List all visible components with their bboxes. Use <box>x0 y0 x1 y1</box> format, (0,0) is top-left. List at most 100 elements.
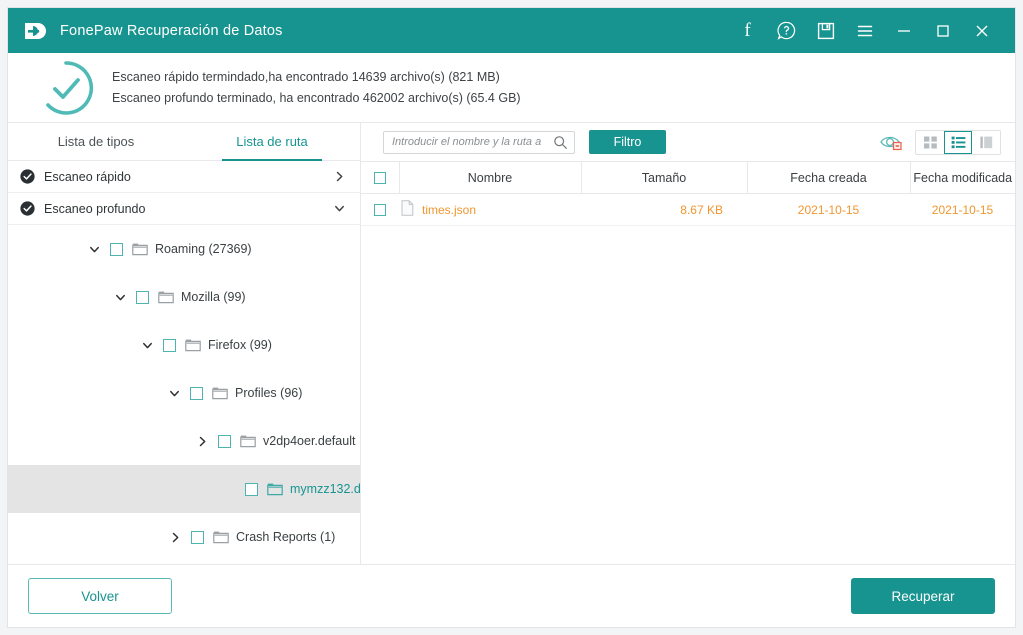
tab-lista-de-ruta[interactable]: Lista de ruta <box>184 123 360 160</box>
select-all-checkbox[interactable] <box>373 172 386 185</box>
facebook-icon[interactable]: f <box>728 14 767 48</box>
tree-node-v2dp4oer-default[interactable]: v2dp4oer.default <box>8 417 360 465</box>
tree-node-checkbox[interactable] <box>136 290 149 304</box>
tree-node-pending-pings[interactable]: Pending Pings (0) <box>8 561 360 564</box>
folder-icon <box>213 530 229 544</box>
tree-node-checkbox[interactable] <box>190 386 203 400</box>
tab-label: Lista de ruta <box>236 134 308 149</box>
folder-icon <box>240 434 256 448</box>
filter-button[interactable]: Filtro <box>589 130 666 154</box>
right-panel: Filtro <box>361 123 1015 564</box>
titlebar-actions: f <box>728 14 1001 48</box>
scan-row-label: Escaneo rápido <box>44 169 131 184</box>
tree-node-label: v2dp4oer.default <box>263 434 356 448</box>
select-all-header[interactable] <box>361 161 400 194</box>
search-input[interactable] <box>384 131 574 153</box>
tree-node-label: Mozilla (99) <box>181 290 246 304</box>
view-mode-group <box>915 129 1001 155</box>
tab-label: Lista de tipos <box>57 134 135 149</box>
title-bar: FonePaw Recuperación de Datos f <box>8 8 1015 53</box>
app-root: FonePaw Recuperación de Datos f Escaneo … <box>0 0 1023 635</box>
cell-fecha-creada: 2021-10-15 <box>747 193 910 226</box>
column-header-fecha-creada[interactable]: Fecha creada <box>747 161 911 194</box>
file-name: times.json <box>422 202 477 217</box>
tree-node-label: Firefox (99) <box>208 338 272 352</box>
save-icon[interactable] <box>806 14 845 48</box>
chevron-down-icon[interactable] <box>85 243 103 256</box>
tree-node-label: Profiles (96) <box>235 386 303 400</box>
column-view-icon[interactable] <box>972 131 1000 154</box>
scan-row-quick[interactable]: Escaneo rápido <box>8 161 360 193</box>
quick-scan-status: Escaneo rápido termindado,ha encontrado … <box>112 70 500 84</box>
check-filled-icon <box>20 201 35 216</box>
grid-view-icon[interactable] <box>916 131 944 154</box>
row-checkbox[interactable] <box>374 204 386 217</box>
main-body: Lista de tipos Lista de ruta Escaneo ráp… <box>8 123 1015 564</box>
recover-button[interactable]: Recuperar <box>851 578 995 614</box>
tree-node-crash-reports[interactable]: Crash Reports (1) <box>8 513 360 561</box>
column-header-nombre[interactable]: Nombre <box>399 161 582 194</box>
fonepaw-logo-icon <box>22 18 48 44</box>
file-table: Nombre Tamaño Fecha creada Fecha modific… <box>361 161 1015 226</box>
footer-bar: Volver Recuperar <box>8 564 1015 627</box>
scan-row-deep[interactable]: Escaneo profundo <box>8 193 360 225</box>
app-title: FonePaw Recuperación de Datos <box>60 22 283 39</box>
tree-node-checkbox[interactable] <box>110 242 123 256</box>
app-window: FonePaw Recuperación de Datos f Escaneo … <box>8 8 1015 627</box>
tree-node-label: Roaming (27369) <box>155 242 252 256</box>
check-filled-icon <box>20 169 35 184</box>
tree-node-mymzz132-default[interactable]: mymzz132.defau <box>8 465 360 513</box>
check-circle-icon <box>36 58 98 118</box>
search-icon[interactable] <box>553 135 568 155</box>
close-icon[interactable] <box>962 14 1001 48</box>
tree-node-profiles[interactable]: Profiles (96) <box>8 369 360 417</box>
cell-nombre: times.json <box>399 193 581 226</box>
tree-node-checkbox[interactable] <box>245 482 258 496</box>
cell-fecha-modificada: 2021-10-15 <box>910 193 1015 226</box>
cell-tamano: 8.67 KB <box>581 193 747 226</box>
tree-node-firefox[interactable]: Firefox (99) <box>8 321 360 369</box>
chevron-down-icon[interactable] <box>138 339 156 352</box>
column-header-fecha-modificada[interactable]: Fecha modificada <box>910 161 1015 194</box>
chevron-right-icon[interactable] <box>193 435 211 448</box>
folder-icon <box>158 290 174 304</box>
tree-node-checkbox[interactable] <box>218 434 231 448</box>
table-header-row: Nombre Tamaño Fecha creada Fecha modific… <box>361 161 1015 194</box>
maximize-icon[interactable] <box>923 14 962 48</box>
column-header-tamano[interactable]: Tamaño <box>581 161 748 194</box>
folder-icon <box>132 242 148 256</box>
chevron-down-icon[interactable] <box>165 387 183 400</box>
scan-status-bar: Escaneo rápido termindado,ha encontrado … <box>8 53 1015 123</box>
file-list: Nombre Tamaño Fecha creada Fecha modific… <box>361 161 1015 564</box>
left-panel: Lista de tipos Lista de ruta Escaneo ráp… <box>8 123 361 564</box>
folder-tree: Roaming (27369) Mozilla (99) Firefox (99… <box>8 225 360 564</box>
tree-node-checkbox[interactable] <box>163 338 176 352</box>
list-view-icon[interactable] <box>944 130 972 154</box>
tree-node-checkbox[interactable] <box>191 530 204 544</box>
chevron-down-icon[interactable] <box>111 291 129 304</box>
view-controls <box>879 129 1001 155</box>
chevron-right-icon[interactable] <box>333 170 346 183</box>
left-panel-tabs: Lista de tipos Lista de ruta <box>8 123 360 161</box>
folder-icon <box>185 338 201 352</box>
minimize-icon[interactable] <box>884 14 923 48</box>
tree-node-mozilla[interactable]: Mozilla (99) <box>8 273 360 321</box>
tree-node-label: mymzz132.defau <box>290 482 360 496</box>
search-box[interactable] <box>383 130 575 155</box>
tab-lista-de-tipos[interactable]: Lista de tipos <box>8 123 184 160</box>
table-row[interactable]: times.json 8.67 KB 2021-10-15 2021-10-15 <box>361 193 1015 226</box>
back-button[interactable]: Volver <box>28 578 172 614</box>
deep-scan-status: Escaneo profundo terminado, ha encontrad… <box>112 91 521 105</box>
row-checkbox-cell[interactable] <box>361 193 399 226</box>
preview-eye-icon[interactable] <box>879 132 905 152</box>
chevron-down-icon[interactable] <box>333 202 346 215</box>
menu-icon[interactable] <box>845 14 884 48</box>
file-icon <box>401 200 414 219</box>
folder-icon <box>212 386 228 400</box>
chevron-right-icon[interactable] <box>166 531 184 544</box>
file-toolbar: Filtro <box>361 123 1015 161</box>
help-icon[interactable] <box>767 14 806 48</box>
tree-node-roaming[interactable]: Roaming (27369) <box>8 225 360 273</box>
scan-status-text: Escaneo rápido termindado,ha encontrado … <box>112 70 521 105</box>
folder-icon <box>267 482 283 496</box>
